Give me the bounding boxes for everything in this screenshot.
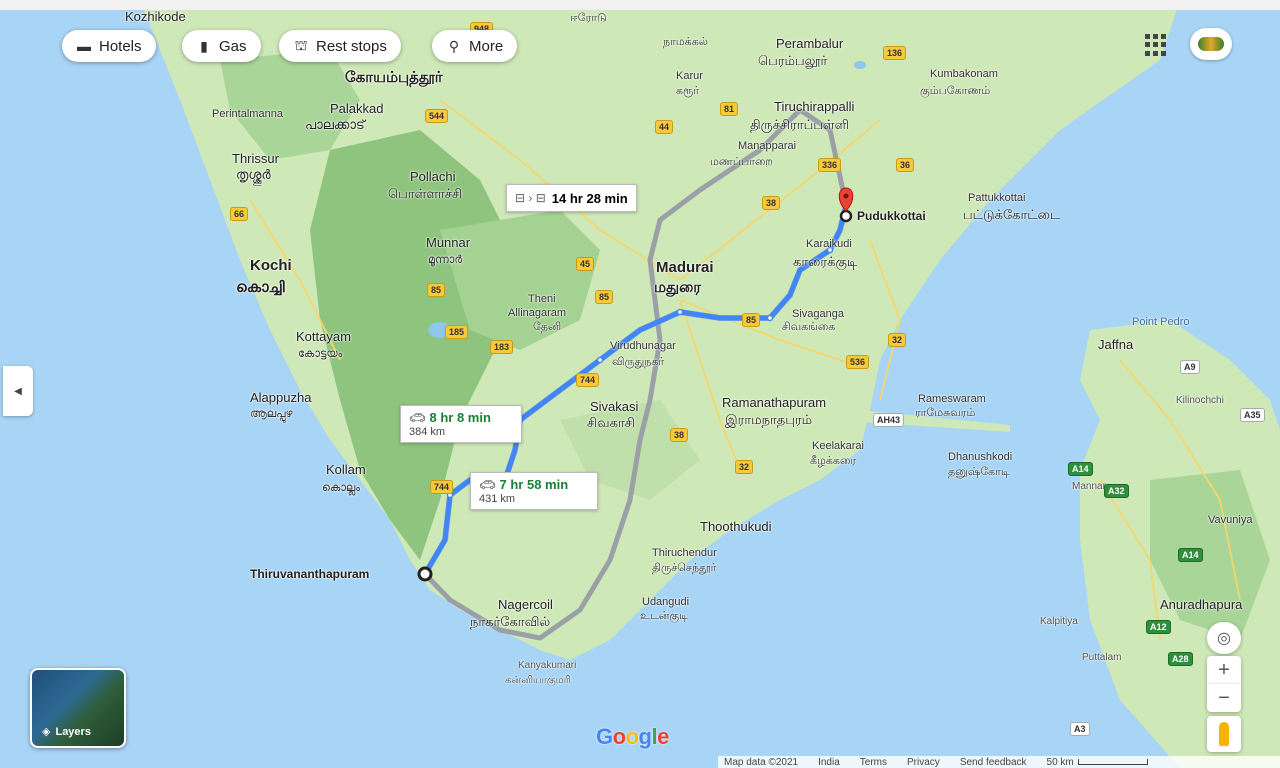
train-icon: ⊟ › ⊟ [515, 191, 546, 205]
map-data-attribution: Map data ©2021 [724, 756, 799, 768]
road-shield: 183 [490, 340, 514, 354]
destination-label[interactable]: Pudukkottai [857, 209, 926, 223]
apps-grid-icon[interactable] [1145, 34, 1167, 56]
road-shield: 744 [576, 373, 600, 387]
road-shield: A28 [1168, 652, 1193, 666]
layers-icon: ◈ [42, 726, 51, 738]
my-location-button[interactable]: ◎ [1207, 622, 1241, 654]
road-shield: 185 [445, 325, 469, 339]
road-shield: A12 [1146, 620, 1171, 634]
route-1-time: 8 hr 8 min [429, 410, 491, 425]
rest-stop-icon: ⛫ [294, 36, 308, 53]
top-strip [0, 0, 1280, 10]
scale-indicator[interactable]: 50 km [1047, 757, 1148, 768]
road-shield: A14 [1178, 548, 1203, 562]
search-icon: ⚲ [448, 37, 460, 54]
road-shield: 44 [655, 120, 674, 134]
road-shield: 32 [735, 460, 754, 474]
minus-icon: − [1218, 686, 1230, 709]
region-link[interactable]: India [818, 757, 840, 768]
transit-time: 14 hr 28 min [551, 190, 628, 206]
road-shield: A3 [1070, 722, 1090, 736]
more-chip[interactable]: ⚲ More [432, 30, 518, 62]
car-icon: 🚗︎ [409, 410, 426, 425]
send-feedback-link[interactable]: Send feedback [960, 757, 1027, 768]
route-2-distance: 431 km [479, 493, 516, 505]
route-2-label[interactable]: 🚗︎ 7 hr 58 min 431 km [470, 472, 598, 510]
rest-stops-label: Rest stops [316, 37, 387, 55]
road-shield: A9 [1180, 360, 1200, 374]
hotels-label: Hotels [99, 37, 142, 55]
origin-marker [417, 566, 433, 582]
road-shield: 85 [427, 283, 446, 297]
layers-label: Layers [55, 725, 91, 738]
road-shield: AH43 [873, 413, 905, 427]
rest-stops-chip[interactable]: ⛫ Rest stops [279, 30, 401, 62]
more-label: More [469, 37, 504, 55]
collapse-panel-button[interactable]: ◀ [3, 366, 33, 416]
origin-label[interactable]: Thiruvananthapuram [250, 567, 369, 581]
route-1-label[interactable]: 🚗︎ 8 hr 8 min 384 km [400, 405, 522, 443]
map-canvas[interactable] [0, 0, 1280, 768]
account-avatar[interactable] [1190, 28, 1232, 60]
road-shield: A32 [1104, 484, 1129, 498]
street-view-pegman-icon[interactable] [1207, 716, 1241, 752]
map-footer: Map data ©2021 India Terms Privacy Send … [718, 756, 1280, 768]
hotels-chip[interactable]: ▬ Hotels [62, 30, 156, 62]
terms-link[interactable]: Terms [860, 757, 887, 768]
gas-chip[interactable]: ▮ Gas [182, 30, 261, 62]
road-shield: 36 [896, 158, 915, 172]
road-shield: 544 [425, 109, 449, 123]
layers-button[interactable]: ◈ Layers [30, 668, 126, 748]
road-shield: A14 [1068, 462, 1093, 476]
location-target-icon: ◎ [1217, 630, 1231, 647]
scale-bar [1077, 758, 1148, 765]
plus-icon: + [1218, 658, 1230, 681]
road-shield: 45 [576, 257, 595, 271]
map-terrain [0, 0, 1280, 768]
road-shield: 136 [883, 46, 907, 60]
route-2-time: 7 hr 58 min [499, 477, 569, 492]
google-logo: Google [596, 724, 669, 749]
gas-label: Gas [219, 37, 247, 55]
road-shield: 85 [742, 313, 761, 327]
transit-route-label[interactable]: ⊟ › ⊟ 14 hr 28 min [506, 184, 637, 212]
zoom-in-button[interactable]: + [1207, 656, 1241, 684]
privacy-link[interactable]: Privacy [907, 757, 940, 768]
road-shield: 536 [846, 355, 870, 369]
bed-icon: ▬ [77, 38, 91, 54]
route-1-distance: 384 km [409, 426, 446, 438]
road-shield: 38 [670, 428, 689, 442]
road-shield: 85 [595, 290, 614, 304]
road-shield: 336 [818, 158, 842, 172]
road-shield: 38 [762, 196, 781, 210]
road-shield: 81 [720, 102, 739, 116]
road-shield: 744 [430, 480, 454, 494]
gas-pump-icon: ▮ [200, 37, 208, 54]
scale-label: 50 km [1046, 756, 1074, 768]
zoom-out-button[interactable]: − [1207, 684, 1241, 712]
road-shield: 32 [888, 333, 907, 347]
road-shield: 66 [230, 207, 249, 221]
road-shield: A35 [1240, 408, 1265, 422]
car-icon: 🚗︎ [479, 477, 496, 492]
